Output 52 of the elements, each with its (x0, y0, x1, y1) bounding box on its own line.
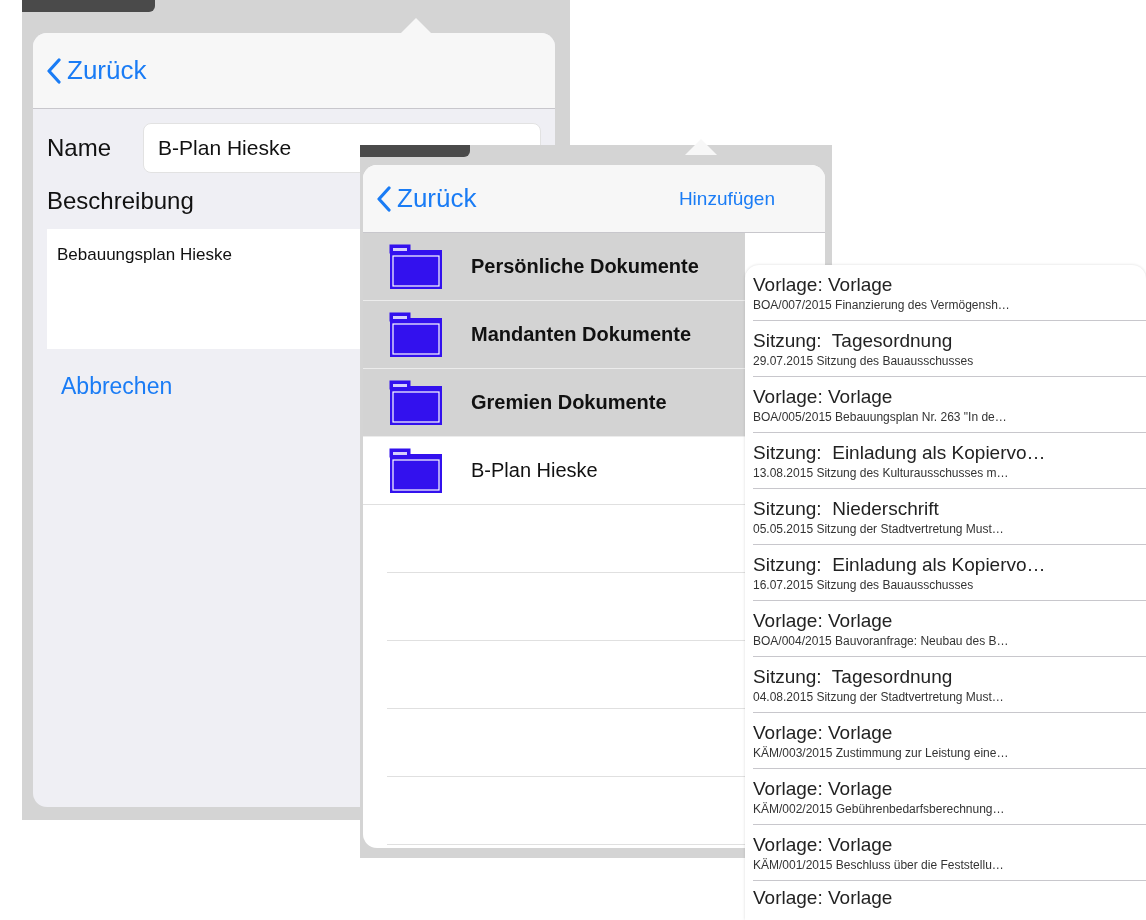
document-item[interactable]: Vorlage: Vorlage KÄM/001/2015 Beschluss über die Feststellu… (753, 825, 1146, 881)
document-title: Sitzung: Tagesordnung (753, 665, 954, 688)
document-item[interactable]: Sitzung: Niederschrift 05.05.2015 Sitzung der Stadtvertretung Must… (753, 489, 1146, 545)
document-item[interactable]: Sitzung: Einladung als Kopiervo… 13.08.2015 Sitzung des Kulturausschusses m… (753, 433, 1146, 489)
document-title: Vorlage: Vorlage (753, 721, 894, 744)
back-button[interactable]: Zurück (47, 55, 147, 86)
document-subtitle: 04.08.2015 Sitzung der Stadtvertretung Must… (753, 689, 1005, 704)
document-subtitle: BOA/005/2015 Bebauungsplan Nr. 263 "In de… (753, 409, 1008, 424)
document-title: Sitzung: Tagesordnung (753, 329, 954, 352)
add-button[interactable]: Hinzufügen (678, 187, 775, 210)
document-subtitle: BOA/007/2015 Finanzierung des Vermögensh… (753, 297, 1011, 312)
document-item[interactable]: Vorlage: Vorlage BOA/005/2015 Bebauungsplan Nr. 263 "In de… (753, 377, 1146, 433)
document-title: Vorlage: Vorlage (753, 777, 894, 800)
folder-name: Gremien Dokumente (471, 391, 667, 414)
document-subtitle: 05.05.2015 Sitzung der Stadtvertretung Must… (753, 521, 1005, 536)
back-chevron-icon (47, 57, 61, 84)
document-title: Vorlage: Vorlage (753, 385, 894, 408)
document-item[interactable]: Vorlage: Vorlage BOA/004/2015 Bauvoranfrage: Neubau des B… (753, 601, 1146, 657)
document-title: Sitzung: Einladung als Kopiervo… (753, 553, 1047, 576)
document-item[interactable]: Sitzung: Einladung als Kopiervo… 16.07.2015 Sitzung des Bauausschusses (753, 545, 1146, 601)
document-item[interactable]: Vorlage: Vorlage KÄM/003/2015 Zustimmung zur Leistung eine… (753, 713, 1146, 769)
folder-row[interactable]: Gremien Dokumente (363, 369, 745, 437)
document-title: Sitzung: Einladung als Kopiervo… (753, 441, 1047, 464)
document-item[interactable]: Sitzung: Tagesordnung 29.07.2015 Sitzung des Bauausschusses (753, 321, 1146, 377)
document-subtitle: 16.07.2015 Sitzung des Bauausschusses (753, 577, 975, 592)
document-item[interactable]: Vorlage: Vorlage (753, 881, 1146, 909)
document-title: Vorlage: Vorlage (753, 887, 894, 909)
document-subtitle: 29.07.2015 Sitzung des Bauausschusses (753, 353, 975, 368)
document-title: Vorlage: Vorlage (753, 833, 894, 856)
back-button[interactable]: Zurück (377, 183, 477, 214)
document-subtitle: KÄM/001/2015 Beschluss über die Feststellu… (753, 857, 1005, 872)
folder-icon (389, 447, 443, 494)
document-subtitle: 13.08.2015 Sitzung des Kulturausschusses m… (753, 465, 1010, 480)
field-label: Beschreibung (47, 187, 194, 215)
document-title: Vorlage: Vorlage (753, 273, 894, 296)
field-label: Name (47, 134, 112, 162)
back-chevron-icon (377, 185, 391, 212)
document-item[interactable]: Vorlage: Vorlage KÄM/002/2015 Gebührenbedarfsberechnung… (753, 769, 1146, 825)
document-subtitle: KÄM/003/2015 Zustimmung zur Leistung eine… (753, 745, 1010, 760)
document-subtitle: KÄM/002/2015 Gebührenbedarfsberechnung… (753, 801, 1006, 816)
document-title: Vorlage: Vorlage (753, 609, 894, 632)
folder-icon (389, 379, 443, 426)
folder-row[interactable]: Mandanten Dokumente (363, 301, 745, 369)
folder-row[interactable]: Persönliche Dokumente (363, 233, 745, 301)
document-title: Sitzung: Niederschrift (753, 497, 940, 520)
folder-icon (389, 243, 443, 290)
folder-icon (389, 311, 443, 358)
document-subtitle: BOA/004/2015 Bauvoranfrage: Neubau des B… (753, 633, 1010, 648)
document-item[interactable]: Vorlage: Vorlage BOA/007/2015 Finanzierung des Vermögensh… (753, 265, 1146, 321)
document-item[interactable]: Sitzung: Tagesordnung 04.08.2015 Sitzung der Stadtvertretung Must… (753, 657, 1146, 713)
folder-name: B-Plan Hieske (471, 459, 598, 482)
popover-arrow (685, 139, 717, 155)
